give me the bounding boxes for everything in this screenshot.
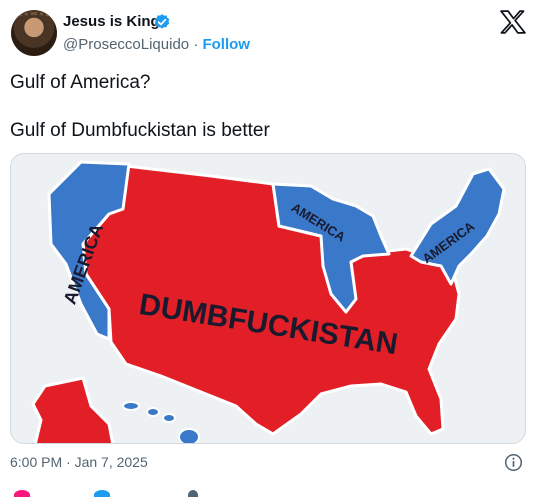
display-name[interactable]: Jesus is King [63,13,160,30]
tweet-media-map[interactable]: AMERICA AMERICA AMERICA DUMBFUCKISTAN [10,153,526,444]
reply-icon[interactable] [94,490,110,497]
handle-row: @ProseccoLiquido · Follow [63,36,250,53]
handle[interactable]: @ProseccoLiquido [63,36,189,53]
separator: · [193,36,199,53]
timestamp[interactable]: 6:00 PM · Jan 7, 2025 [10,454,148,470]
hawaii [122,401,200,443]
like-icon[interactable] [14,490,30,497]
follow-button[interactable]: Follow [202,36,250,53]
tweet-text-line-1: Gulf of America? [10,72,151,93]
us-map: AMERICA AMERICA AMERICA DUMBFUCKISTAN [31,160,506,443]
alaska [31,376,115,443]
tweet-text-line-2: Gulf of Dumbfuckistan is better [10,120,270,141]
avatar[interactable] [11,10,57,56]
x-logo-icon[interactable] [500,10,526,34]
verified-badge-icon [154,14,170,29]
tweet-card: Jesus is King @ProseccoLiquido · Follow … [0,0,544,497]
copy-link-icon[interactable] [188,490,198,497]
info-icon[interactable] [504,453,523,472]
